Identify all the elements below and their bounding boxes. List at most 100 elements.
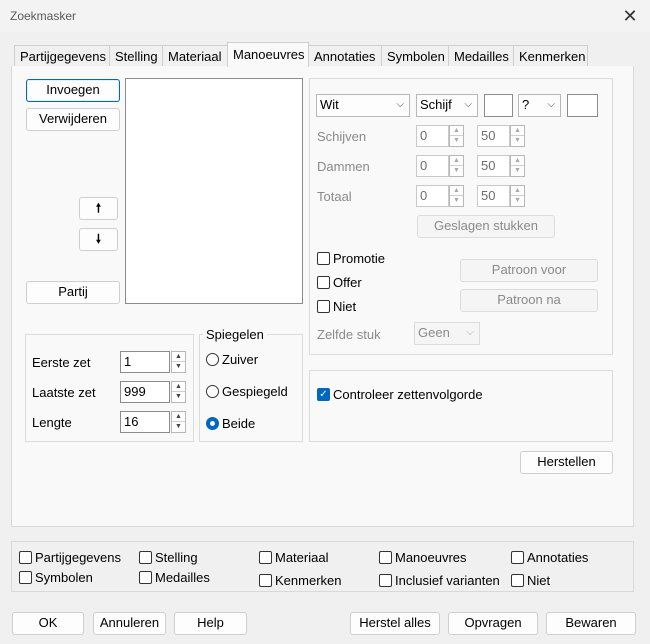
tab-symbolen[interactable]: Symbolen (381, 45, 449, 66)
totaal-max-input[interactable]: 50 (477, 185, 510, 207)
close-icon[interactable]: ✕ (620, 6, 640, 26)
filter-medailles-checkbox[interactable] (139, 571, 152, 584)
length-spinner[interactable]: ▲ ▼ (171, 411, 186, 433)
filter-symbolen-label: Symbolen (35, 570, 93, 585)
insert-button[interactable]: Invoegen (26, 79, 120, 102)
remove-button[interactable]: Verwijderen (26, 108, 120, 131)
first-move-input[interactable]: 1 (120, 351, 170, 373)
niet-checkbox[interactable] (317, 300, 330, 313)
filter-stelling-checkbox[interactable] (139, 551, 152, 564)
check-order-label: Controleer zettenvolgorde (333, 387, 483, 402)
filter-materiaal-label: Materiaal (275, 550, 329, 565)
tab-stelling[interactable]: Stelling (109, 45, 163, 66)
operator-select-value: ? (522, 97, 530, 112)
niet-label: Niet (333, 299, 357, 314)
same-piece-select-value: Geen (418, 325, 450, 340)
last-move-label: Laatste zet (32, 385, 96, 400)
operator-select[interactable]: ? ⌵ (518, 94, 561, 117)
chevron-down-icon: ⌵ (464, 99, 472, 110)
radio-beide-label: Beide (222, 416, 256, 431)
same-piece-label: Zelfde stuk (317, 327, 381, 342)
color-select[interactable]: Wit ⌵ (316, 94, 410, 117)
dammen-max-input[interactable]: 50 (477, 155, 510, 177)
chevron-down-icon: ⌵ (547, 99, 555, 110)
totaal-max-spinner[interactable]: ▲ ▼ (510, 185, 525, 207)
dammen-min-input[interactable]: 0 (416, 155, 449, 177)
move-down-button[interactable]: 🠗 (79, 228, 118, 251)
filter-kenmerken-checkbox[interactable] (259, 574, 272, 587)
save-button[interactable]: Bewaren (546, 612, 636, 635)
partij-button[interactable]: Partij (26, 281, 120, 304)
captured-pieces-button[interactable]: Geslagen stukken (417, 215, 555, 238)
pattern-before-button[interactable]: Patroon voor (460, 259, 598, 282)
window-title: Zoekmasker (10, 9, 77, 23)
manoeuvre-listbox[interactable] (125, 78, 303, 304)
length-input[interactable]: 16 (120, 411, 170, 433)
help-button[interactable]: Help (174, 612, 247, 635)
filter-niet-checkbox[interactable] (511, 574, 524, 587)
chevron-down-icon: ⌵ (396, 99, 404, 110)
dammen-label: Dammen (317, 159, 370, 174)
filter-manoeuvres-label: Manoeuvres (395, 550, 467, 565)
totaal-min-spinner[interactable]: ▲ ▼ (449, 185, 464, 207)
color-select-value: Wit (320, 97, 339, 112)
radio-zuiver-label: Zuiver (222, 352, 259, 367)
last-move-spinner[interactable]: ▲ ▼ (171, 381, 186, 403)
offer-label: Offer (333, 275, 362, 290)
offer-checkbox[interactable] (317, 276, 330, 289)
same-piece-select[interactable]: Geen ⌵ (414, 322, 480, 345)
radio-zuiver[interactable] (206, 353, 219, 366)
filter-partijgegevens-checkbox[interactable] (19, 551, 32, 564)
first-move-label: Eerste zet (32, 355, 91, 370)
filter-materiaal-checkbox[interactable] (259, 551, 272, 564)
promotie-checkbox[interactable] (317, 252, 330, 265)
filter-inclusief-varianten-checkbox[interactable] (379, 574, 392, 587)
promotie-label: Promotie (333, 251, 386, 266)
tab-partijgegevens[interactable]: Partijgegevens (14, 45, 110, 66)
schijven-label: Schijven (317, 129, 367, 144)
schijven-max-input[interactable]: 50 (477, 125, 510, 147)
tab-kenmerken[interactable]: Kenmerken (513, 45, 588, 66)
tab-medailles[interactable]: Medailles (448, 45, 514, 66)
radio-gespiegeld-label: Gespiegeld (222, 384, 288, 399)
filter-partijgegevens-label: Partijgegevens (35, 550, 121, 565)
cancel-button[interactable]: Annuleren (93, 612, 166, 635)
last-move-input[interactable]: 999 (120, 381, 170, 403)
tab-manoeuvres[interactable]: Manoeuvres (227, 42, 309, 67)
schijven-min-spinner[interactable]: ▲ ▼ (449, 125, 464, 147)
length-label: Lengte (32, 415, 72, 430)
tab-materiaal[interactable]: Materiaal (162, 45, 228, 66)
square-to-input[interactable] (567, 94, 598, 117)
radio-gespiegeld[interactable] (206, 385, 219, 398)
reset-button[interactable]: Herstellen (520, 451, 613, 474)
ok-button[interactable]: OK (12, 612, 84, 635)
dammen-max-spinner[interactable]: ▲ ▼ (510, 155, 525, 177)
mirror-group-title: Spiegelen (203, 327, 267, 342)
first-move-spinner[interactable]: ▲ ▼ (171, 351, 186, 373)
order-check-group (309, 370, 613, 442)
schijven-max-spinner[interactable]: ▲ ▼ (510, 125, 525, 147)
pattern-after-button[interactable]: Patroon na (460, 289, 598, 312)
square-from-input[interactable] (484, 94, 513, 117)
filter-manoeuvres-checkbox[interactable] (379, 551, 392, 564)
radio-beide[interactable] (206, 417, 219, 430)
check-order-checkbox[interactable]: ✓ (317, 388, 330, 401)
schijven-min-input[interactable]: 0 (416, 125, 449, 147)
totaal-min-input[interactable]: 0 (416, 185, 449, 207)
piece-select-value: Schijf (420, 97, 452, 112)
reset-all-button[interactable]: Herstel alles (350, 612, 440, 635)
chevron-down-icon: ⌵ (466, 327, 474, 338)
move-up-button[interactable]: 🠕 (79, 197, 118, 220)
filter-annotaties-checkbox[interactable] (511, 551, 524, 564)
filter-symbolen-checkbox[interactable] (19, 571, 32, 584)
arrow-down-icon: 🠗 (95, 232, 102, 246)
query-button[interactable]: Opvragen (448, 612, 538, 635)
totaal-label: Totaal (317, 189, 352, 204)
filter-medailles-label: Medailles (155, 570, 210, 585)
filter-kenmerken-label: Kenmerken (275, 573, 342, 588)
arrow-up-icon: 🠕 (95, 201, 102, 215)
tab-annotaties[interactable]: Annotaties (308, 45, 382, 66)
filter-inclusief-varianten-label: Inclusief varianten (395, 573, 500, 588)
dammen-min-spinner[interactable]: ▲ ▼ (449, 155, 464, 177)
piece-select[interactable]: Schijf ⌵ (416, 94, 478, 117)
